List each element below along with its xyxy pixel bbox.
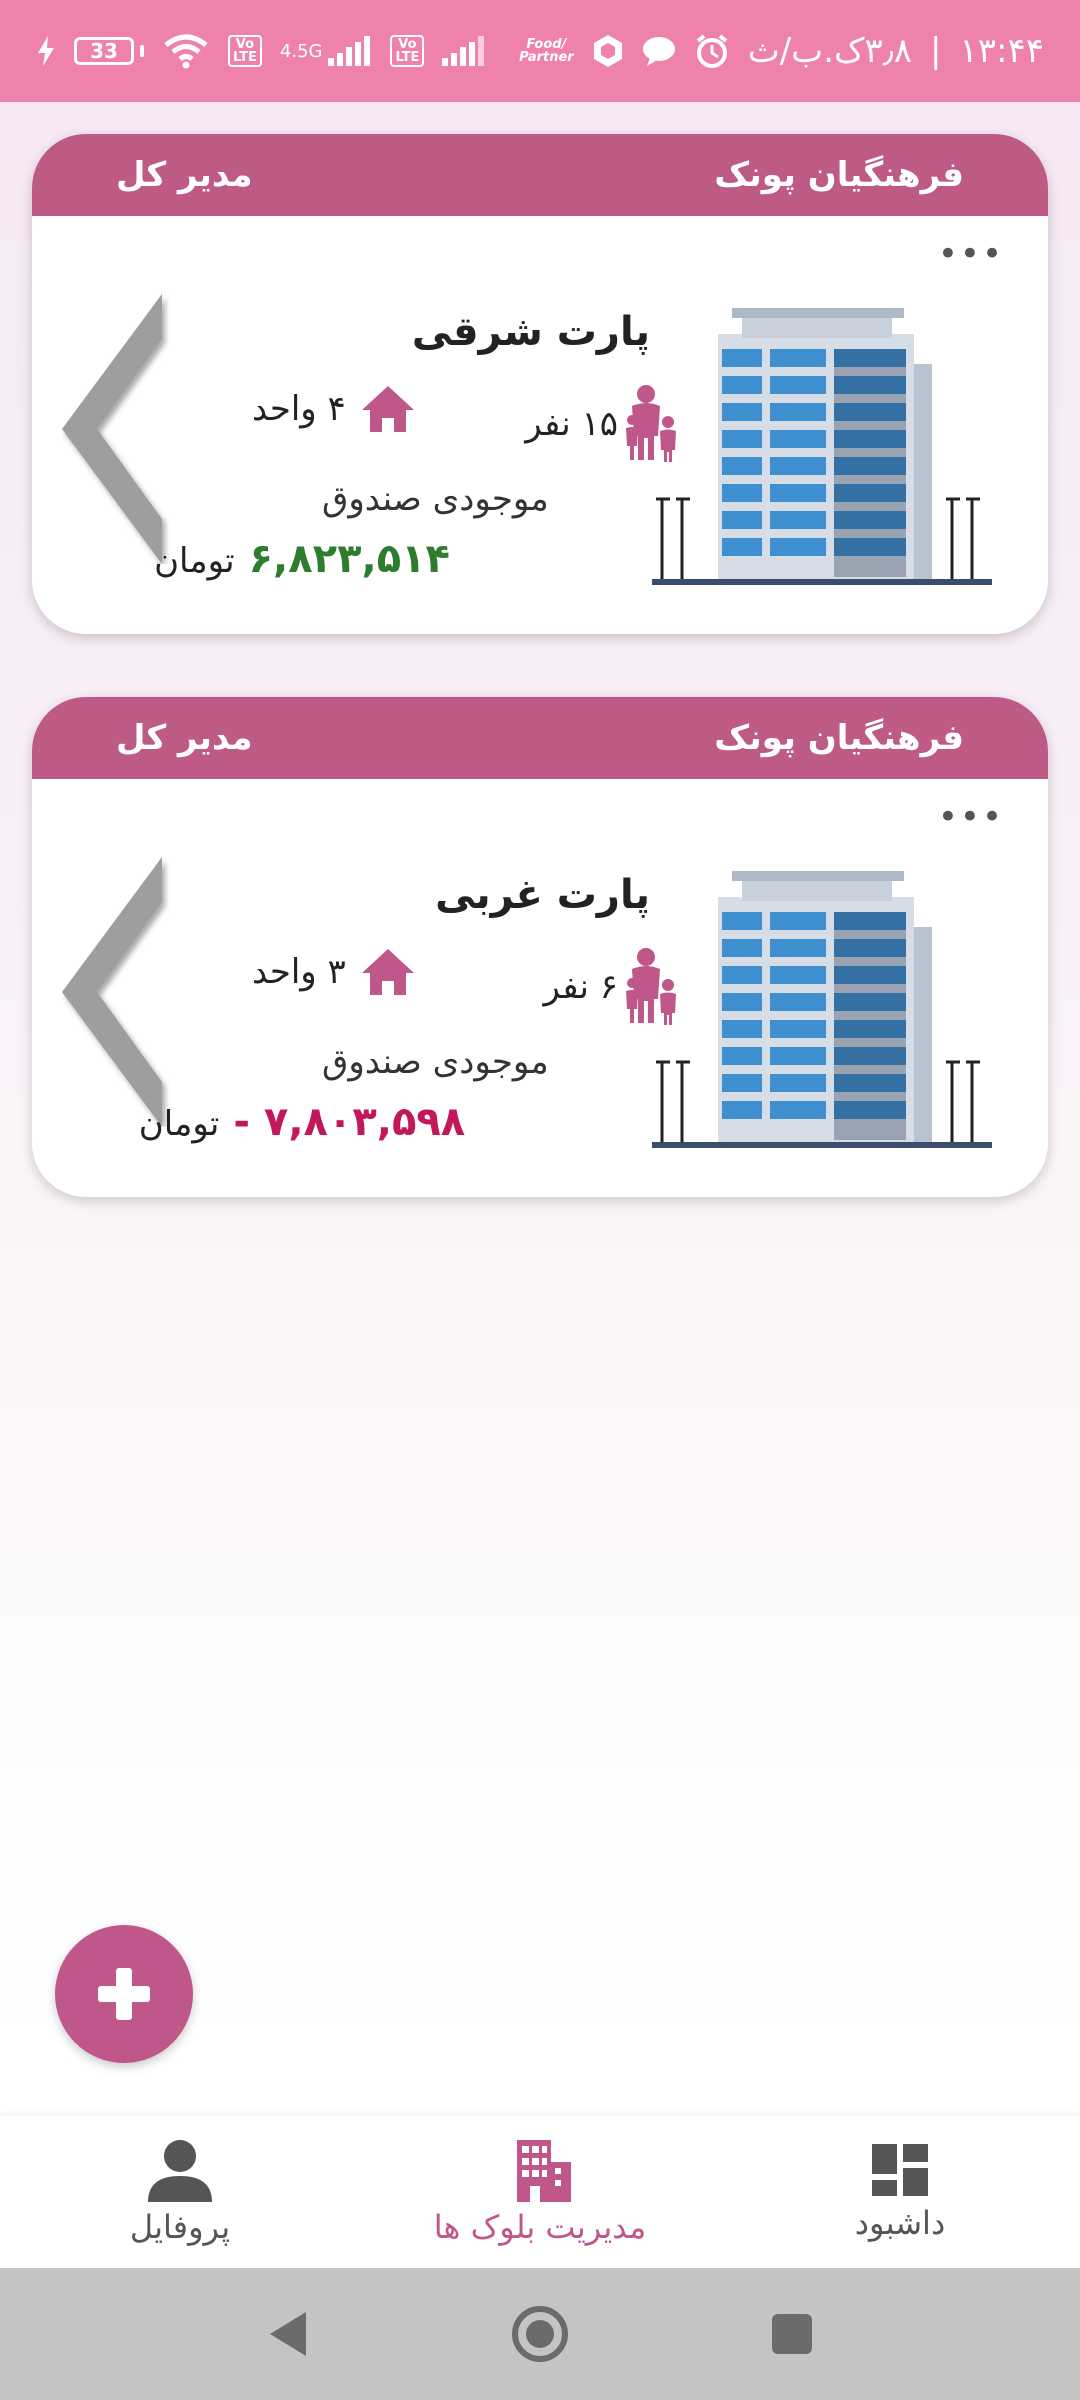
nav-dashboard[interactable]: داشبود [750, 2142, 1050, 2242]
family-icon [626, 385, 676, 462]
members-text: ۱۵ نفر [525, 404, 618, 444]
alarm-icon [696, 34, 727, 68]
charging-icon [38, 36, 54, 66]
members-text: ۶ نفر [543, 967, 619, 1007]
more-options-icon[interactable]: ••• [938, 234, 1004, 274]
status-separator: | [930, 31, 942, 71]
card-complex-name: فرهنگیان پونک [714, 155, 964, 195]
card-header: مدیر کل فرهنگیان پونک [32, 697, 1048, 779]
recents-icon[interactable] [770, 2312, 814, 2356]
nav-profile[interactable]: پروفایل [30, 2138, 330, 2246]
currency-label: تومان [138, 1104, 220, 1144]
signal-icon-1 [328, 36, 371, 66]
food-partner-icon: Food/Partner [519, 37, 574, 65]
nav-profile-label: پروفایل [129, 2208, 231, 2246]
battery-level: 33 [74, 37, 134, 65]
block-name: پارت شرقی [411, 309, 650, 355]
nav-blocks-label: مدیریت بلوک ها [433, 2208, 647, 2246]
bottom-navigation: پروفایل مدیریت بلوک ها داشبود [0, 2116, 1080, 2268]
units-count: ۳ واحد [252, 947, 416, 997]
home-button-icon[interactable] [510, 2304, 570, 2364]
currency-label: تومان [154, 541, 235, 581]
chat-icon [642, 37, 675, 66]
nav-blocks[interactable]: مدیریت بلوک ها [390, 2138, 690, 2246]
card-role: مدیر کل [116, 155, 253, 195]
battery-icon: 33 [74, 37, 144, 65]
chevron-left-icon[interactable] [62, 294, 172, 564]
volte-icon-2: Vo LTE [390, 35, 425, 67]
members-count: ۱۵ نفر [525, 384, 678, 464]
units-text: ۳ واحد [252, 952, 346, 992]
back-icon[interactable] [266, 2310, 310, 2358]
status-date: ۳٫۸ک.ب/ث [747, 31, 913, 71]
person-icon [148, 2140, 212, 2202]
members-count: ۶ نفر [544, 947, 679, 1027]
home-icon [361, 386, 414, 432]
status-bar: 33 Vo LTE 4.5G Vo LTE Food/Partner ۳٫۸ک.… [0, 0, 1080, 102]
status-right: Food/Partner ۳٫۸ک.ب/ث | ۱۳:۴۴ [519, 31, 1044, 71]
building-nav-icon [517, 2140, 571, 2202]
nav-dashboard-label: داشبود [854, 2204, 946, 2242]
status-time: ۱۳:۴۴ [959, 31, 1044, 71]
balance-row: - ۷,۸۰۳,۵۹۸ تومان [32, 1099, 572, 1145]
system-navigation [0, 2268, 1080, 2400]
card-header: مدیر کل فرهنگیان پونک [32, 134, 1048, 216]
block-card-west[interactable]: مدیر کل فرهنگیان پونک ••• پارت غربی ۶ نف… [32, 697, 1048, 1197]
wifi-icon [164, 34, 208, 69]
family-icon [626, 948, 676, 1025]
card-role: مدیر کل [116, 718, 253, 758]
block-name: پارت غربی [435, 872, 650, 918]
dashboard-icon [872, 2144, 928, 2196]
balance-amount: - ۷,۸۰۳,۵۹۸ [233, 1099, 466, 1145]
network-type: 4.5G [279, 40, 323, 62]
chevron-left-icon[interactable] [62, 857, 172, 1127]
card-complex-name: فرهنگیان پونک [714, 718, 964, 758]
hexagon-app-icon [593, 35, 622, 67]
signal-icon-2 [442, 36, 485, 66]
units-text: ۴ واحد [252, 389, 346, 429]
add-block-button[interactable] [55, 1925, 193, 2063]
volte-icon: Vo LTE [228, 35, 262, 67]
balance-row: ۶,۸۲۳,۵۱۴ تومان [32, 536, 572, 582]
balance-amount: ۶,۸۲۳,۵۱۴ [248, 536, 450, 582]
block-card-east[interactable]: مدیر کل فرهنگیان پونک ••• پارت شرقی ۱۵ ن… [32, 134, 1048, 634]
building-icon [652, 308, 992, 585]
status-left: 33 Vo LTE 4.5G Vo LTE [36, 33, 486, 69]
fund-label: موجودی صندوق [322, 1042, 549, 1082]
plus-icon [98, 1968, 150, 2020]
home-icon [361, 949, 414, 995]
building-icon [652, 871, 992, 1148]
more-options-icon[interactable]: ••• [938, 797, 1004, 837]
units-count: ۴ واحد [252, 384, 416, 434]
fund-label: موجودی صندوق [322, 479, 549, 519]
